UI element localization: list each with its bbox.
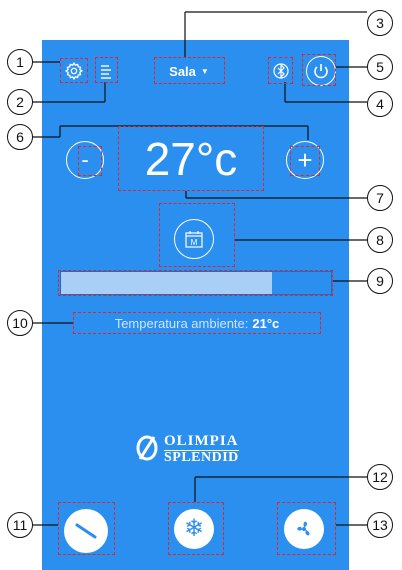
callout-box-3 — [154, 57, 225, 84]
callout-10: 10 — [7, 310, 33, 336]
callout-4: 4 — [367, 91, 393, 117]
callout-11: 11 — [7, 512, 33, 538]
callout-box-5 — [302, 54, 336, 86]
app-screen — [42, 40, 349, 570]
callout-box-11 — [58, 502, 115, 555]
callout-6: 6 — [7, 124, 33, 150]
callout-12: 12 — [367, 464, 393, 490]
callout-3: 3 — [367, 10, 393, 36]
brand-line2: SPLENDID — [164, 450, 239, 465]
callout-box-2 — [95, 57, 118, 83]
callout-box-8 — [159, 203, 235, 267]
callout-box-9 — [58, 270, 333, 296]
olimpia-logo-icon — [136, 435, 158, 461]
callout-13: 13 — [367, 512, 393, 538]
callout-9: 9 — [367, 268, 393, 294]
callout-box-13 — [277, 502, 336, 555]
callout-box-6a — [78, 146, 102, 176]
callout-1: 1 — [7, 49, 33, 75]
callout-7: 7 — [367, 185, 393, 211]
brand-logo: OLIMPIA SPLENDID — [134, 431, 264, 467]
callout-box-6b — [290, 146, 320, 176]
callout-box-1 — [60, 58, 88, 83]
callout-box-10 — [73, 312, 321, 334]
callout-box-4 — [268, 57, 293, 84]
callout-5: 5 — [367, 54, 393, 80]
callout-box-12 — [168, 502, 224, 555]
callout-box-7 — [118, 126, 264, 191]
callout-2: 2 — [7, 89, 33, 115]
callout-8: 8 — [367, 227, 393, 253]
brand-line1: OLIMPIA — [164, 433, 239, 451]
